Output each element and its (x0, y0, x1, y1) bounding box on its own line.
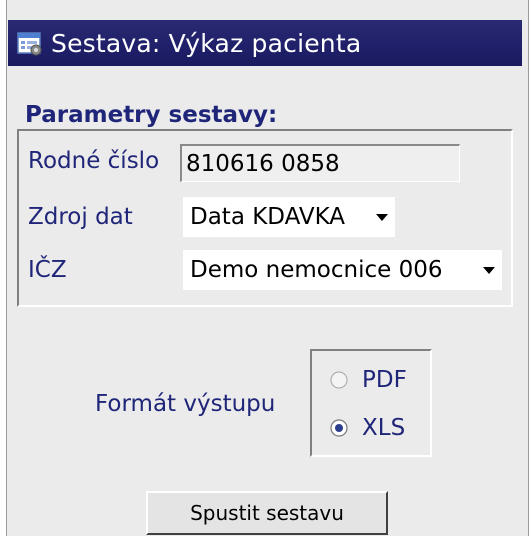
radio-checked-icon[interactable] (330, 419, 348, 437)
icz-label: IČZ (28, 257, 67, 283)
radio-unchecked-icon[interactable] (330, 371, 348, 389)
output-format-label: Formát výstupu (95, 391, 276, 417)
data-source-label: Zdroj dat (28, 204, 133, 230)
birth-number-label: Rodné číslo (28, 148, 160, 174)
parameters-header: Parametry sestavy: (25, 102, 278, 128)
radio-pdf-label: PDF (362, 367, 407, 393)
data-source-select[interactable]: Data KDAVKA (183, 197, 395, 237)
icz-value: Demo nemocnice 006 (190, 257, 443, 283)
data-source-value: Data KDAVKA (190, 204, 346, 230)
radio-xls[interactable]: XLS (330, 413, 405, 443)
chevron-down-icon[interactable] (476, 250, 502, 290)
radio-xls-label: XLS (362, 415, 406, 441)
icz-select[interactable]: Demo nemocnice 006 (183, 250, 502, 290)
radio-pdf[interactable]: PDF (330, 365, 407, 395)
run-report-button[interactable]: Spustit sestavu (146, 491, 388, 535)
report-window-icon (17, 32, 42, 56)
birth-number-field[interactable] (180, 144, 460, 182)
window-title: Sestava: Výkaz pacienta (51, 28, 362, 58)
window-titlebar[interactable]: Sestava: Výkaz pacienta (8, 20, 522, 66)
report-window: Sestava: Výkaz pacienta Parametry sestav… (0, 0, 531, 536)
chevron-down-icon[interactable] (369, 197, 395, 237)
output-format-group: PDF XLS (310, 349, 432, 457)
